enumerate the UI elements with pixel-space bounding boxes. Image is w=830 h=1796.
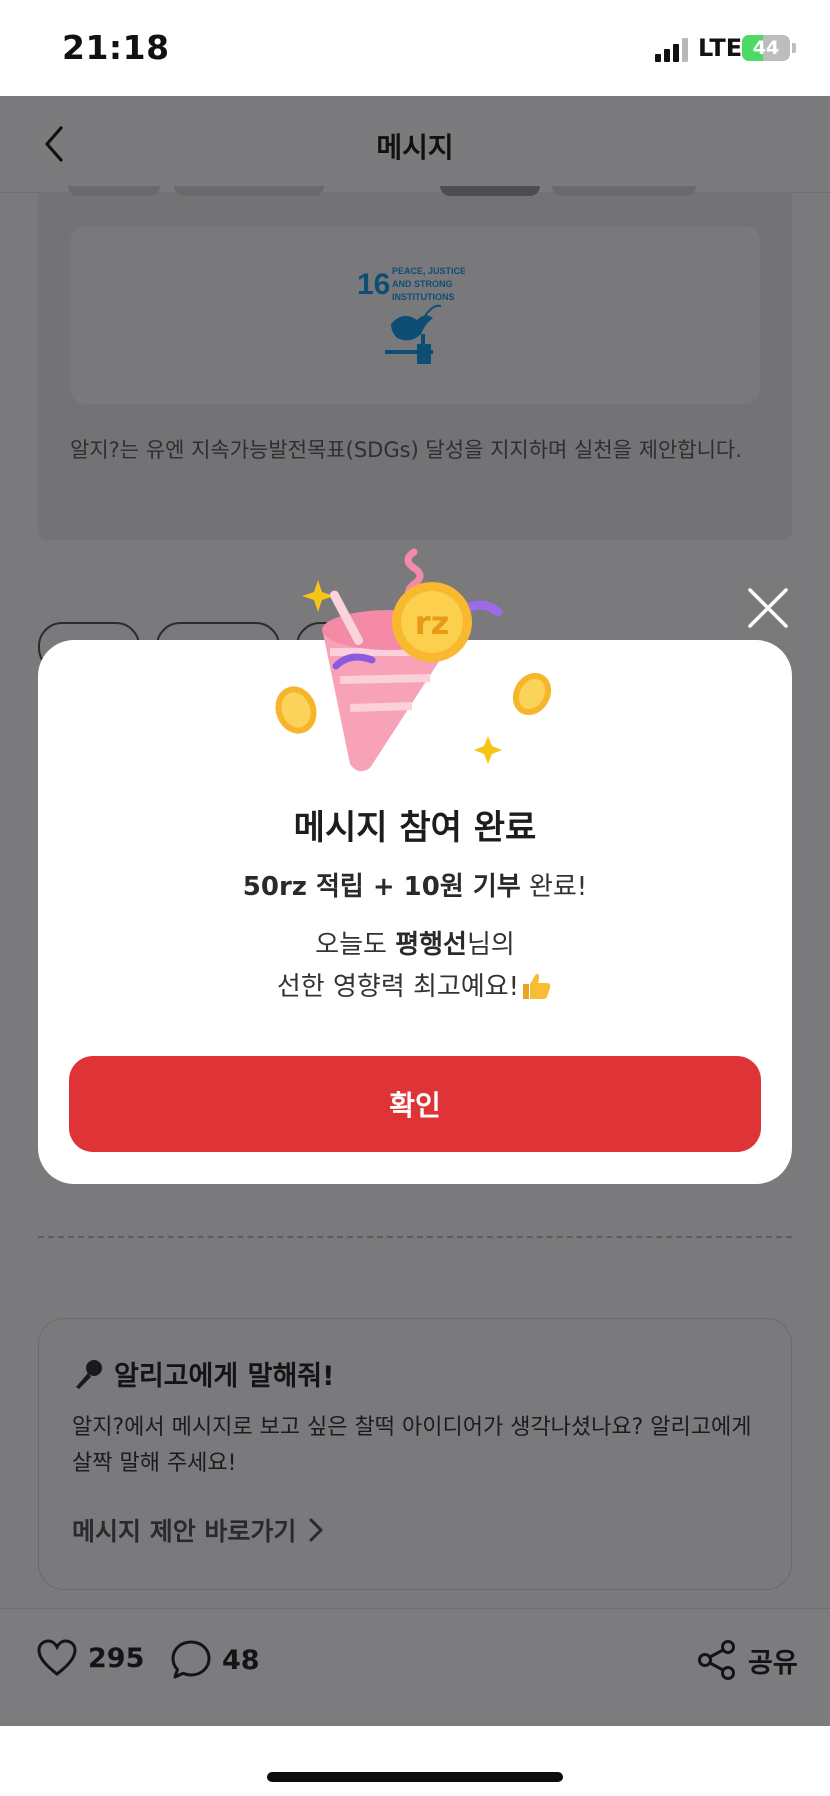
sdg-16-icon: 16 PEACE, JUSTICE AND STRONG INSTITUTION… <box>357 266 465 364</box>
message-suffix: 님의 <box>466 930 515 960</box>
tab-stub-active <box>440 186 540 196</box>
tab-stub <box>68 186 160 196</box>
close-icon[interactable] <box>744 584 792 632</box>
party-popper-coin-icon: rz <box>275 548 552 772</box>
battery-level: 44 <box>752 37 780 59</box>
page-title: 메시지 <box>376 131 454 164</box>
battery-icon: 44 <box>742 35 790 61</box>
status-time: 21:18 <box>62 28 170 67</box>
share-icon <box>698 1640 735 1680</box>
message-prefix: 오늘도 <box>315 930 396 960</box>
message-line-2: 선한 영향력 최고예요! <box>276 972 520 1002</box>
divider <box>38 1236 792 1238</box>
tab-stub <box>174 186 324 196</box>
user-name: 평행선 <box>395 930 467 960</box>
heart-icon <box>37 1639 77 1676</box>
suggest-body: 알지?에서 메시지로 보고 싶은 찰떡 아이디어가 생각나셨나요? 알리고에게 … <box>72 1415 752 1476</box>
comment-icon <box>171 1640 211 1679</box>
reward-text: 50rz 적립 + 10원 기부 완료! <box>0 866 830 903</box>
dialog-message: 오늘도 평행선님의 선한 영향력 최고예요! <box>0 924 830 1008</box>
share-button[interactable]: 공유 <box>696 1639 798 1681</box>
suggest-title: 알리고에게 말해줘! <box>114 1361 335 1392</box>
thumbs-up-icon <box>523 973 551 999</box>
app-header: 메시지 <box>0 96 830 193</box>
sdg-label-2: AND STRONG <box>392 279 453 289</box>
sdg-description: 알지?는 유엔 지속가능발전목표(SDGs) 달성을 지지하며 실천을 제안합니… <box>70 438 742 462</box>
battery-tip <box>792 43 796 53</box>
reward-suffix: 완료! <box>520 872 588 902</box>
comment-button[interactable]: 48 <box>170 1639 260 1681</box>
signal-icon <box>655 38 691 62</box>
suggest-title-row: 알리고에게 말해줘! <box>72 1354 334 1393</box>
suggest-link-label: 메시지 제안 바로가기 <box>72 1517 297 1546</box>
chevron-right-icon <box>309 1518 323 1542</box>
comment-count: 48 <box>222 1644 260 1676</box>
reward-amount: 50rz 적립 + 10원 기부 <box>242 872 521 902</box>
home-indicator-area <box>0 1726 830 1796</box>
home-indicator[interactable] <box>267 1772 563 1782</box>
like-count: 295 <box>88 1642 145 1674</box>
dialog-title: 메시지 참여 완료 <box>293 808 537 848</box>
status-bar: 21:18 LTE 44 <box>0 0 830 96</box>
sdg-label-1: PEACE, JUSTICE <box>392 266 465 276</box>
suggest-link[interactable]: 메시지 제안 바로가기 <box>72 1512 324 1548</box>
sdg-number: 16 <box>357 268 390 301</box>
like-button[interactable]: 295 <box>36 1639 144 1677</box>
coin-label: rz <box>415 604 449 642</box>
sdg-label-3: INSTITUTIONS <box>392 292 455 302</box>
network-type: LTE <box>698 34 743 62</box>
share-label: 공유 <box>748 1647 798 1679</box>
tab-stub <box>552 186 696 196</box>
action-bar: 295 48 공유 <box>0 1608 830 1727</box>
confirm-button[interactable]: 확인 <box>69 1056 761 1152</box>
microphone-icon <box>76 1359 102 1389</box>
